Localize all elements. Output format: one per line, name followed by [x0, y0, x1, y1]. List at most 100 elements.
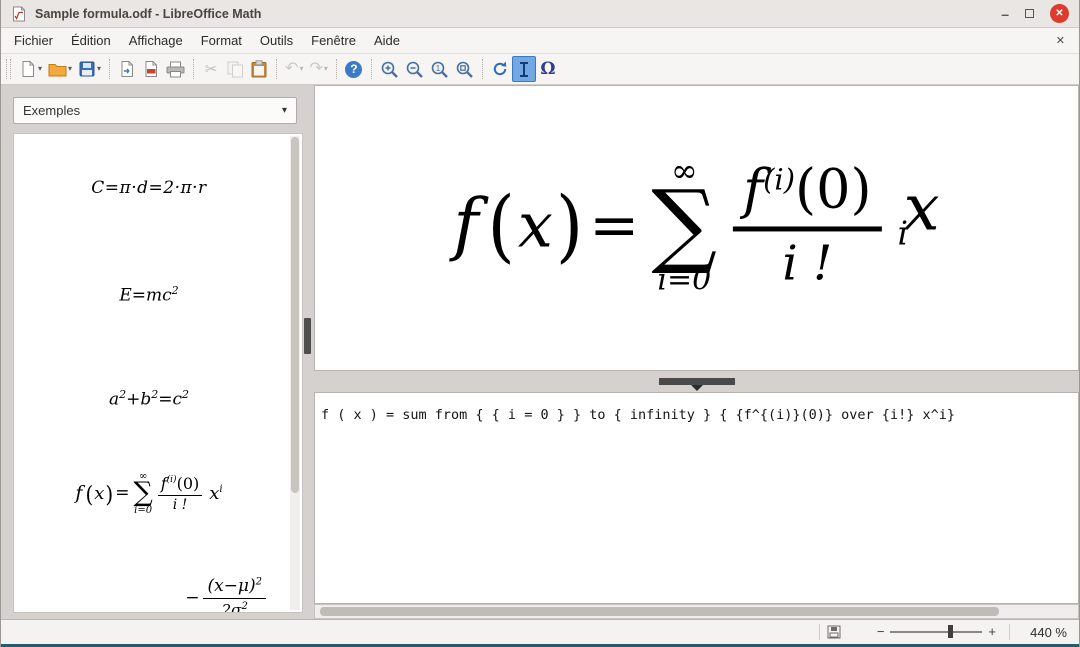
undo-button[interactable]: ↶ ▾: [282, 56, 306, 82]
toolbar-separator: [276, 59, 277, 79]
examples-list: C=π·d=2·π·r E=mc2 a2+b2=c2 f(x)= ∞ ∑ i=0…: [13, 133, 303, 613]
menu-aide[interactable]: Aide: [365, 29, 409, 52]
zoom-in-button[interactable]: +: [982, 625, 1002, 639]
export-pdf-button[interactable]: [139, 56, 163, 82]
summation: ∞ ∑ i=0: [133, 472, 152, 516]
toolbar-grip[interactable]: [6, 59, 11, 79]
zoom-100-icon: 1: [430, 60, 449, 79]
save-button[interactable]: ▾: [75, 56, 104, 82]
zoom-out-button[interactable]: −: [871, 625, 891, 639]
toolbar-separator: [193, 59, 194, 79]
zoom-slider-track[interactable]: [890, 631, 982, 633]
zoom-in-button[interactable]: [377, 56, 402, 82]
command-text[interactable]: f ( x ) = sum from { { i = 0 } } to { in…: [315, 393, 1078, 437]
undo-icon: ↶: [285, 62, 298, 76]
horizontal-splitter-handle[interactable]: [659, 378, 735, 385]
zoom-out-icon: [405, 60, 424, 79]
copy-button[interactable]: [223, 56, 247, 82]
toolbar-separator: [109, 59, 110, 79]
zoom-slider-thumb[interactable]: [948, 625, 953, 638]
sigma-icon: ∑: [651, 186, 717, 261]
chevron-down-icon: ▾: [282, 105, 287, 116]
sidebar-scrollbar-thumb[interactable]: [291, 137, 299, 493]
small-rendered-formula: f(x)= ∞ ∑ i=0 f(i)(0) i ! xi: [75, 472, 222, 516]
clipboard-icon: [251, 60, 267, 78]
zoom-all-icon: [455, 60, 474, 79]
toolbar-separator: [482, 59, 483, 79]
example-formula-3[interactable]: a2+b2=c2: [14, 388, 284, 410]
document-modified-indicator[interactable]: [827, 625, 841, 639]
window-title: Sample formula.odf - LibreOffice Math: [35, 7, 261, 21]
menu-fichier[interactable]: Fichier: [5, 29, 62, 52]
sidebar-scrollbar[interactable]: [290, 136, 300, 610]
app-window: Sample formula.odf - LibreOffice Math – …: [0, 0, 1080, 647]
sigma-icon: ∑: [133, 482, 152, 505]
print-button[interactable]: [163, 56, 188, 82]
zoom-in-icon: [380, 60, 399, 79]
example-formula-2[interactable]: E=mc2: [14, 284, 284, 306]
category-dropdown[interactable]: Exemples ▾: [13, 97, 297, 124]
restore-button[interactable]: [1025, 5, 1034, 23]
menubar: Fichier Édition Affichage Format Outils …: [1, 28, 1079, 54]
summation: ∞ ∑ i=0: [651, 154, 717, 295]
help-button[interactable]: ?: [342, 56, 366, 82]
example-formula-1[interactable]: C=π·d=2·π·r: [14, 178, 284, 198]
titlebar[interactable]: Sample formula.odf - LibreOffice Math – …: [1, 0, 1079, 28]
example-formula-4[interactable]: f(x)= ∞ ∑ i=0 f(i)(0) i ! xi: [14, 472, 284, 516]
save-icon: [78, 60, 96, 78]
update-button[interactable]: [488, 56, 512, 82]
horizontal-scrollbar-thumb[interactable]: [320, 607, 999, 616]
menu-fenetre[interactable]: Fenêtre: [302, 29, 365, 52]
redo-button[interactable]: ↷ ▾: [306, 56, 330, 82]
export-button[interactable]: [115, 56, 139, 82]
menu-outils[interactable]: Outils: [251, 29, 302, 52]
statusbar-separator: [819, 624, 820, 640]
chevron-down-icon: ▾: [299, 65, 303, 73]
close-button[interactable]: ✕: [1050, 4, 1069, 23]
rendered-formula: f(x)= ∞ ∑ i=0 f(i)(0) i ! xi: [453, 154, 939, 295]
printer-icon: [166, 61, 185, 78]
zoom-all-button[interactable]: [452, 56, 477, 82]
menu-affichage[interactable]: Affichage: [120, 29, 192, 52]
new-document-icon: [19, 60, 37, 78]
zoom-out-button[interactable]: [402, 56, 427, 82]
elements-sidebar: Exemples ▾ C=π·d=2·π·r E=mc2 a2+b2=c2 f(…: [11, 85, 303, 619]
cut-button[interactable]: ✂: [199, 56, 223, 82]
save-status-icon: [827, 625, 841, 639]
fraction: f(i)(0) i !: [733, 163, 881, 288]
redo-icon: ↷: [309, 62, 322, 76]
restore-icon: [1025, 9, 1034, 18]
vertical-splitter-handle[interactable]: [304, 318, 311, 354]
scissors-icon: ✂: [205, 60, 218, 78]
formula-command-editor[interactable]: f ( x ) = sum from { { i = 0 } } to { in…: [314, 392, 1079, 604]
symbols-button[interactable]: Ω: [536, 56, 560, 82]
omega-icon: Ω: [540, 59, 555, 79]
zoom-level[interactable]: 440 %: [1017, 625, 1079, 640]
minimize-button[interactable]: –: [1001, 9, 1009, 19]
toolbar-separator: [336, 59, 337, 79]
formula-cursor-button[interactable]: [512, 56, 536, 82]
chevron-down-icon: ▾: [97, 65, 101, 73]
new-document-button[interactable]: ▾: [16, 56, 45, 82]
paste-button[interactable]: [247, 56, 271, 82]
workspace: Exemples ▾ C=π·d=2·π·r E=mc2 a2+b2=c2 f(…: [1, 85, 1079, 619]
text-cursor-icon: [517, 61, 531, 78]
formula-preview-pane[interactable]: f(x)= ∞ ∑ i=0 f(i)(0) i ! xi: [314, 85, 1079, 371]
zoom-slider[interactable]: [890, 624, 982, 640]
menu-format[interactable]: Format: [192, 29, 251, 52]
menu-edition[interactable]: Édition: [62, 29, 120, 52]
statusbar: − + 440 %: [1, 619, 1079, 644]
chevron-down-icon: ▾: [38, 65, 42, 73]
horizontal-splitter[interactable]: [314, 371, 1079, 392]
open-button[interactable]: ▾: [45, 56, 75, 82]
document-close-icon[interactable]: ✕: [1046, 34, 1075, 47]
example-formula-5[interactable]: − (x−μ)2 2σ2: [185, 576, 266, 613]
fraction: f(i)(0) i !: [158, 476, 203, 512]
statusbar-separator: [1009, 624, 1010, 640]
main-pane: f(x)= ∞ ∑ i=0 f(i)(0) i ! xi f: [314, 85, 1079, 619]
category-dropdown-value: Exemples: [23, 103, 80, 118]
horizontal-scrollbar[interactable]: [314, 604, 1079, 619]
zoom-100-button[interactable]: 1: [427, 56, 452, 82]
toolbar: ▾ ▾ ▾ ✂ ↶: [1, 54, 1079, 85]
libreoffice-math-icon: [11, 6, 27, 22]
